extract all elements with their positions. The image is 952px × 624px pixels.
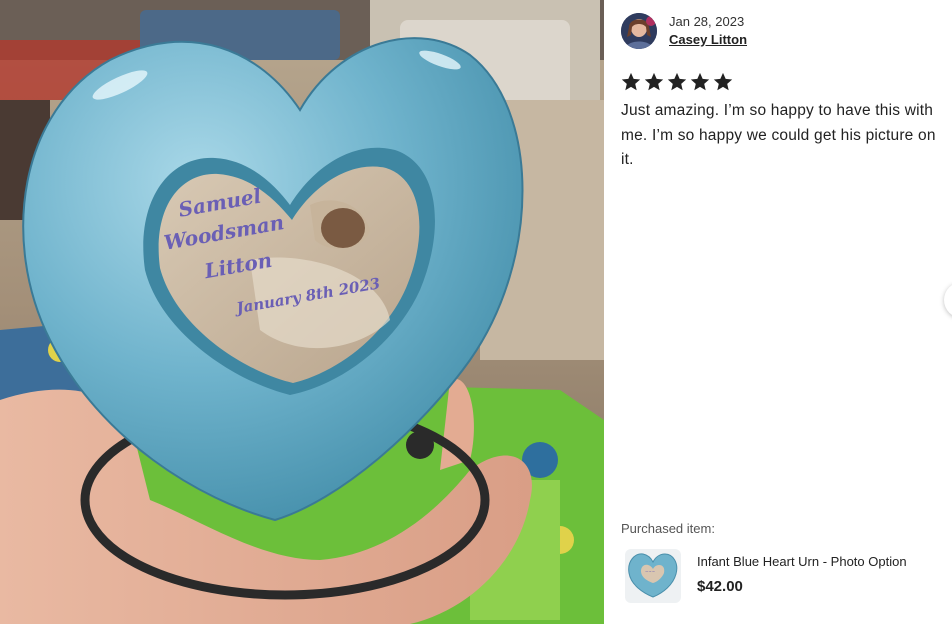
purchased-item-card[interactable]: ~~~ Infant Blue Heart Urn - Photo Option… [621,543,941,607]
photo-image: Samuel Woodsman Litton January 8th 2023 [0,0,604,624]
product-name[interactable]: Infant Blue Heart Urn - Photo Option [697,554,907,569]
review-text: Just amazing. I’m so happy to have this … [621,102,936,168]
star-icon [713,72,733,91]
review-panel: Jan 28, 2023 Casey Litton Just amazing. … [604,0,952,624]
star-icon [621,72,641,91]
product-thumbnail[interactable]: ~~~ [625,549,681,603]
purchased-item-label: Purchased item: [621,521,715,536]
svg-text:~~~: ~~~ [645,569,655,574]
product-price: $42.00 [697,578,743,595]
reviewer-avatar[interactable] [621,13,657,49]
star-icon [644,72,664,91]
review-date: Jan 28, 2023 [669,14,745,29]
star-rating [620,71,734,93]
star-icon [667,72,687,91]
review-photo[interactable]: Samuel Woodsman Litton January 8th 2023 [0,0,604,624]
star-icon [690,72,710,91]
reviewer-name-link[interactable]: Casey Litton [669,32,747,47]
